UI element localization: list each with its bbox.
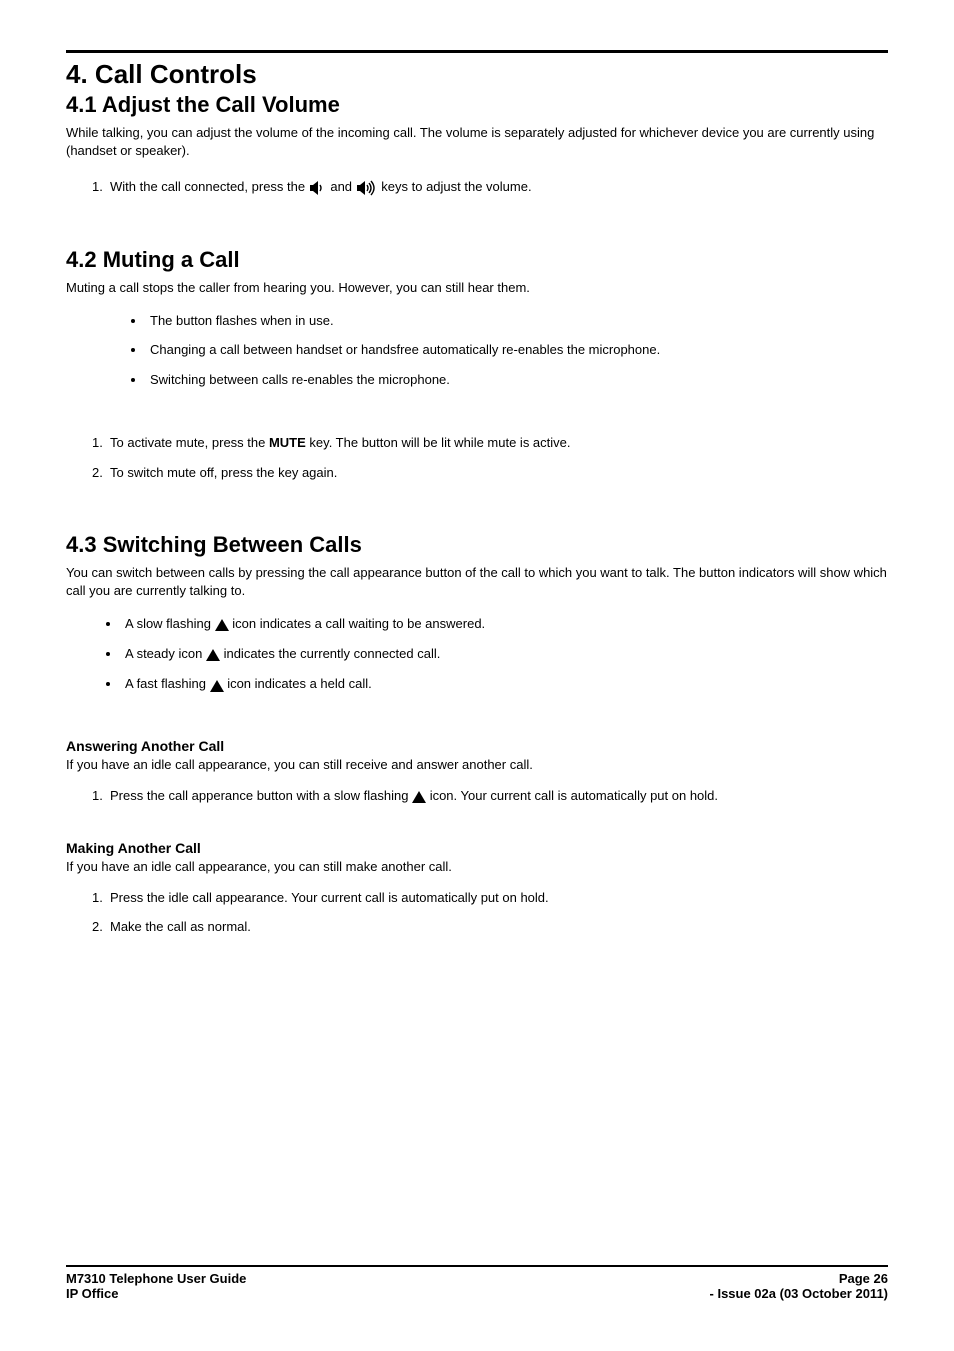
mute-key-label: MUTE: [269, 435, 306, 450]
step-1: 1. To activate mute, press the MUTE key.…: [96, 433, 888, 453]
subsection-4-1-intro: While talking, you can adjust the volume…: [66, 124, 888, 159]
step-2: 2. Make the call as normal.: [96, 917, 888, 937]
footer-doc-title: M7310 Telephone User Guide: [66, 1271, 246, 1286]
bullet-item: A fast flashing icon indicates a held ca…: [121, 674, 888, 694]
step-1-text-post: keys to adjust the volume.: [381, 179, 531, 194]
step-1-text-mid: and: [330, 179, 355, 194]
making-intro: If you have an idle call appearance, you…: [66, 858, 888, 876]
bullet-text-post: indicates the currently connected call.: [224, 646, 441, 661]
step-1: 1. Press the idle call appearance. Your …: [96, 888, 888, 908]
triangle-icon: [412, 787, 426, 807]
volume-down-icon: [309, 178, 327, 198]
section-title: Call Controls: [95, 59, 257, 89]
footer-product: IP Office: [66, 1286, 119, 1301]
making-steps: 1. Press the idle call appearance. Your …: [66, 888, 888, 947]
step-1-text-post: icon. Your current call is automatically…: [430, 788, 718, 803]
subsection-4-3-heading: 4.3 Switching Between Calls: [66, 532, 888, 558]
section-heading: 4. Call Controls: [66, 59, 888, 90]
footer-page-number: Page 26: [839, 1271, 888, 1286]
subsection-4-2-bullets: The button flashes when in use. Changing…: [66, 311, 888, 400]
triangle-icon: [206, 645, 220, 665]
triangle-icon: [210, 675, 224, 695]
bullet-item: Switching between calls re-enables the m…: [146, 370, 888, 390]
bullet-item: Changing a call between handset or hands…: [146, 340, 888, 360]
triangle-icon: [215, 614, 229, 634]
bullet-text-post: icon indicates a call waiting to be answ…: [232, 616, 485, 631]
answering-steps: 1. Press the call apperance button with …: [66, 786, 888, 816]
section-number: 4.: [66, 59, 88, 89]
step-1: 1. Press the call apperance button with …: [96, 786, 888, 806]
footer-issue-date: - Issue 02a (03 October 2011): [710, 1286, 888, 1301]
step-1-text-post: key. The button will be lit while mute i…: [306, 435, 571, 450]
step-1-text-pre: With the call connected, press the: [110, 179, 309, 194]
step-1-text: Press the idle call appearance. Your cur…: [110, 890, 549, 905]
page-footer: M7310 Telephone User Guide Page 26 IP Of…: [66, 1265, 888, 1301]
step-2-text: Make the call as normal.: [110, 919, 251, 934]
making-heading: Making Another Call: [66, 840, 888, 856]
subsection-4-2-intro: Muting a call stops the caller from hear…: [66, 279, 888, 297]
step-1-text-pre: To activate mute, press the: [110, 435, 269, 450]
step-1-text-pre: Press the call apperance button with a s…: [110, 788, 412, 803]
answering-heading: Answering Another Call: [66, 738, 888, 754]
subsection-4-3-bullets: A slow flashing icon indicates a call wa…: [66, 614, 888, 705]
step-2: 2. To switch mute off, press the key aga…: [96, 463, 888, 483]
step-1: 1. With the call connected, press the an…: [96, 177, 888, 197]
step-2-text: To switch mute off, press the key again.: [110, 465, 337, 480]
bullet-text-pre: A slow flashing: [125, 616, 215, 631]
bullet-text-pre: A steady icon: [125, 646, 206, 661]
answering-intro: If you have an idle call appearance, you…: [66, 756, 888, 774]
bullet-item: A steady icon indicates the currently co…: [121, 644, 888, 664]
volume-up-icon: [356, 178, 378, 198]
subsection-4-2-heading: 4.2 Muting a Call: [66, 247, 888, 273]
bullet-item: A slow flashing icon indicates a call wa…: [121, 614, 888, 634]
subsection-4-1-steps: 1. With the call connected, press the an…: [66, 177, 888, 207]
subsection-4-2-steps: 1. To activate mute, press the MUTE key.…: [66, 433, 888, 492]
bullet-text-post: icon indicates a held call.: [227, 676, 372, 691]
bullet-item: The button flashes when in use.: [146, 311, 888, 331]
subsection-4-1-heading: 4.1 Adjust the Call Volume: [66, 92, 888, 118]
subsection-4-3-intro: You can switch between calls by pressing…: [66, 564, 888, 599]
bullet-text-pre: A fast flashing: [125, 676, 210, 691]
